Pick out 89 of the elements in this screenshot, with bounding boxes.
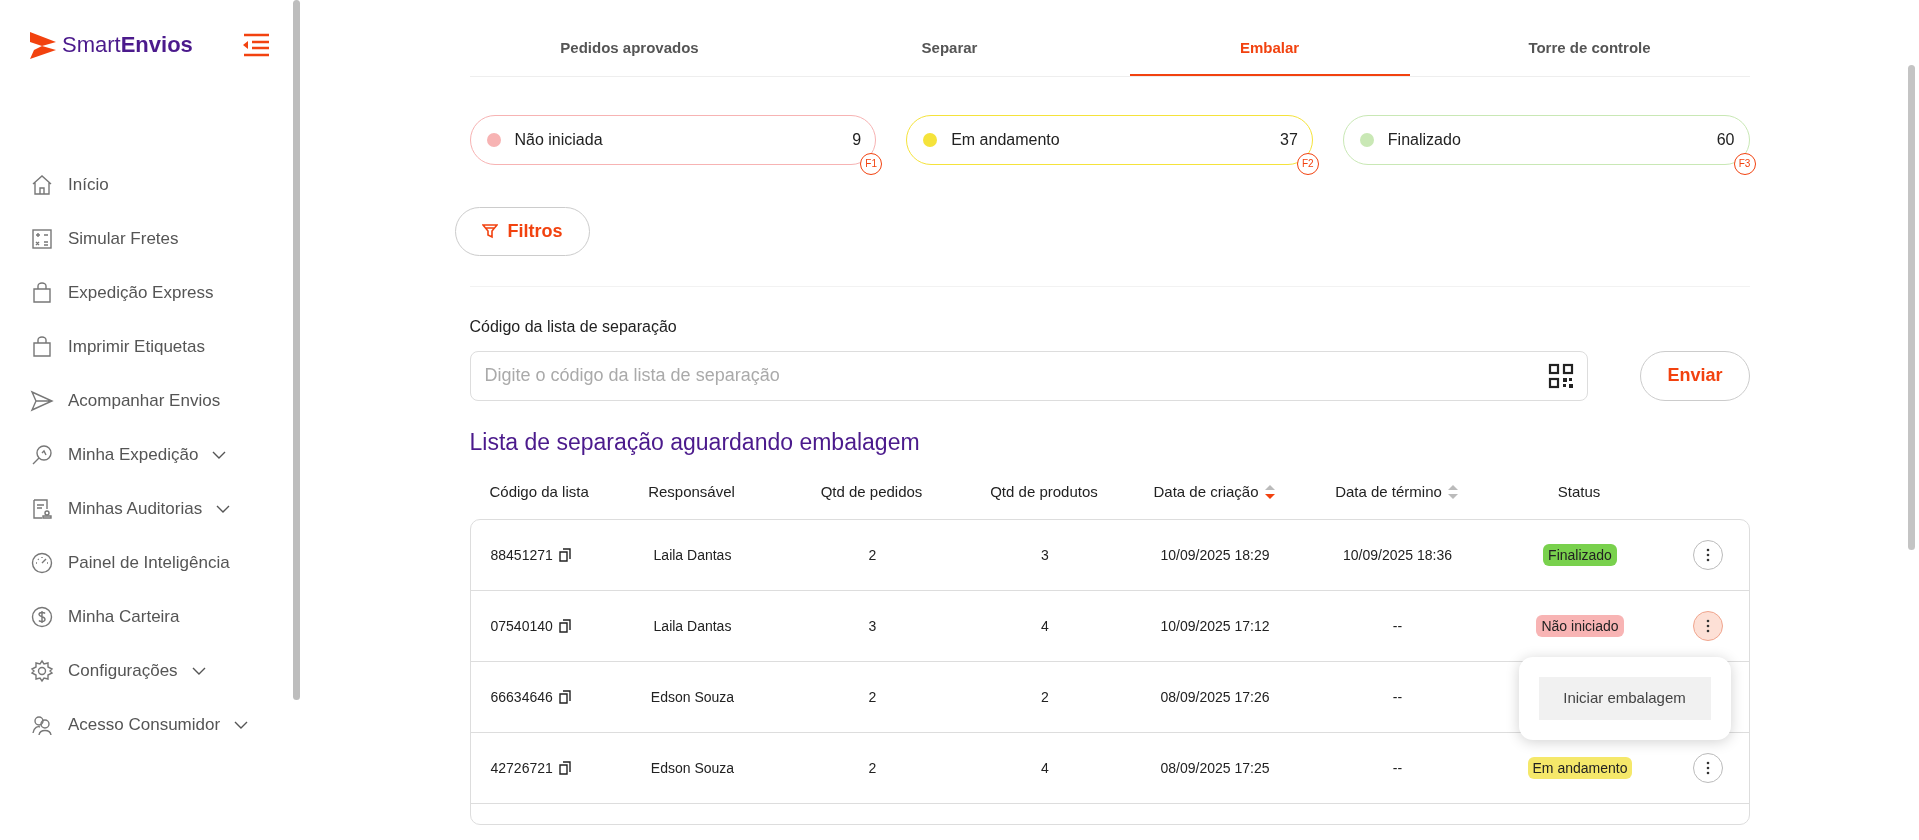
code-input-field[interactable]: Digite o código da lista de separação bbox=[469, 350, 1589, 401]
tab[interactable]: Torre de controle bbox=[1449, 0, 1730, 76]
table-cell: 2 bbox=[868, 688, 877, 705]
sidebar-item[interactable]: Minha Carteira bbox=[24, 593, 186, 641]
filters-button[interactable]: Filtros bbox=[454, 206, 590, 256]
copy-icon[interactable] bbox=[558, 619, 571, 633]
table-cell-text: 66634646 bbox=[490, 687, 553, 707]
table-cell: Edson Souza bbox=[650, 688, 735, 705]
column-header: Status bbox=[1556, 481, 1602, 502]
table-cell: -- bbox=[1392, 759, 1403, 776]
column-header: Data de término bbox=[1301, 480, 1492, 504]
table-cell: 4 bbox=[1041, 617, 1049, 634]
home-icon bbox=[30, 173, 54, 197]
more-vertical-icon bbox=[1706, 619, 1710, 633]
table-cell: Edson Souza bbox=[650, 759, 735, 776]
table-cell: 3 bbox=[868, 617, 877, 634]
status-label: Em andamento bbox=[951, 129, 1061, 150]
column-header: Qtd de pedidos bbox=[819, 481, 924, 502]
copy-icon[interactable] bbox=[558, 548, 571, 562]
qr-code-icon[interactable] bbox=[1548, 362, 1575, 389]
menu-collapse-icon[interactable] bbox=[242, 32, 270, 57]
document-user-icon bbox=[30, 497, 54, 521]
table-cell: 10/09/2025 18:36 bbox=[1343, 546, 1452, 563]
status-count: 37 bbox=[1280, 129, 1298, 150]
table-cell: 10/09/2025 17:12 bbox=[1160, 617, 1270, 634]
status-badge: Em andamento bbox=[1527, 756, 1633, 779]
status-count: 9 bbox=[852, 129, 862, 150]
table-cell: -- bbox=[1392, 688, 1403, 705]
table-cell: 2 bbox=[1041, 688, 1049, 705]
sidebar-item[interactable]: Minha Expedição bbox=[24, 431, 233, 479]
table-cell: Laila Dantas bbox=[653, 617, 732, 634]
row-actions-button[interactable] bbox=[1693, 611, 1723, 641]
shortcut-key-badge: F1 bbox=[860, 152, 883, 175]
sidebar-item[interactable]: Painel de Inteligência bbox=[24, 539, 236, 587]
sidebar-item[interactable]: Minhas Auditorias bbox=[24, 485, 237, 533]
logo-icon bbox=[28, 29, 58, 60]
sidebar-item[interactable]: Imprimir Etiquetas bbox=[24, 323, 211, 371]
sidebar-item[interactable]: Configurações bbox=[24, 647, 212, 695]
more-vertical-icon bbox=[1706, 548, 1710, 562]
status-count: 60 bbox=[1716, 129, 1735, 150]
sidebar-item[interactable]: Início bbox=[24, 161, 115, 209]
table-cell-text: 42726721 bbox=[490, 758, 553, 778]
tab[interactable]: Pedidos aprovados bbox=[489, 0, 770, 76]
shopping-bag-icon bbox=[30, 281, 54, 305]
page-scrollbar[interactable] bbox=[1908, 65, 1915, 550]
column-header: Qtd de produtos bbox=[989, 481, 1099, 502]
table-cell-text: 07540140 bbox=[490, 616, 553, 636]
status-label: Não iniciada bbox=[514, 129, 604, 150]
copy-icon[interactable] bbox=[558, 761, 571, 775]
more-vertical-icon bbox=[1706, 761, 1710, 775]
send-button[interactable]: Enviar bbox=[1640, 350, 1750, 401]
column-header: Responsável bbox=[647, 481, 736, 502]
table-cell: 10/09/2025 18:29 bbox=[1160, 546, 1270, 563]
table-cell: 2 bbox=[868, 759, 877, 776]
filter-icon bbox=[481, 223, 498, 239]
tab[interactable]: Separar bbox=[809, 0, 1090, 76]
table-cell: 08/09/2025 17:25 bbox=[1160, 759, 1270, 776]
table-cell: 4 bbox=[1041, 759, 1049, 776]
sidebar-scrollbar[interactable] bbox=[293, 0, 300, 700]
sidebar-item[interactable]: Simular Fretes bbox=[24, 215, 185, 263]
menu-item[interactable]: Iniciar embalagem bbox=[1538, 677, 1711, 720]
table-cell: 3 bbox=[1041, 546, 1049, 563]
sidebar-item[interactable]: Acesso Consumidor bbox=[24, 701, 255, 749]
table-cell: 08/09/2025 17:26 bbox=[1160, 688, 1270, 705]
magnifier-icon bbox=[30, 443, 54, 467]
field-label: Código da lista de separação bbox=[469, 316, 678, 337]
dollar-coin-icon bbox=[30, 605, 54, 629]
users-icon bbox=[30, 713, 54, 737]
table-cell: Laila Dantas bbox=[653, 546, 732, 563]
status-badge: Não iniciado bbox=[1536, 614, 1624, 637]
gear-icon bbox=[30, 659, 54, 683]
status-badge: Finalizado bbox=[1543, 543, 1617, 566]
gauge-icon bbox=[30, 551, 54, 575]
sidebar-item[interactable]: Acompanhar Envios bbox=[24, 377, 227, 425]
column-header: Data de criação bbox=[1126, 480, 1302, 504]
send-icon bbox=[30, 389, 54, 413]
section-title: Lista de separação aguardando embalagem bbox=[469, 427, 921, 457]
shopping-bag-icon bbox=[30, 335, 54, 359]
sort-icon[interactable] bbox=[1264, 485, 1275, 499]
table-cell: -- bbox=[1392, 617, 1403, 634]
logo-text: SmartEnvios bbox=[62, 31, 193, 59]
status-label: Finalizado bbox=[1387, 129, 1462, 150]
calculator-icon bbox=[30, 227, 54, 251]
table-cell-text: 88451271 bbox=[490, 545, 553, 565]
table-cell: 2 bbox=[868, 546, 877, 563]
copy-icon[interactable] bbox=[558, 690, 571, 704]
column-header: Código da lista bbox=[488, 481, 590, 502]
sidebar-item[interactable]: Expedição Express bbox=[24, 269, 220, 317]
tab[interactable]: Embalar bbox=[1129, 0, 1410, 76]
